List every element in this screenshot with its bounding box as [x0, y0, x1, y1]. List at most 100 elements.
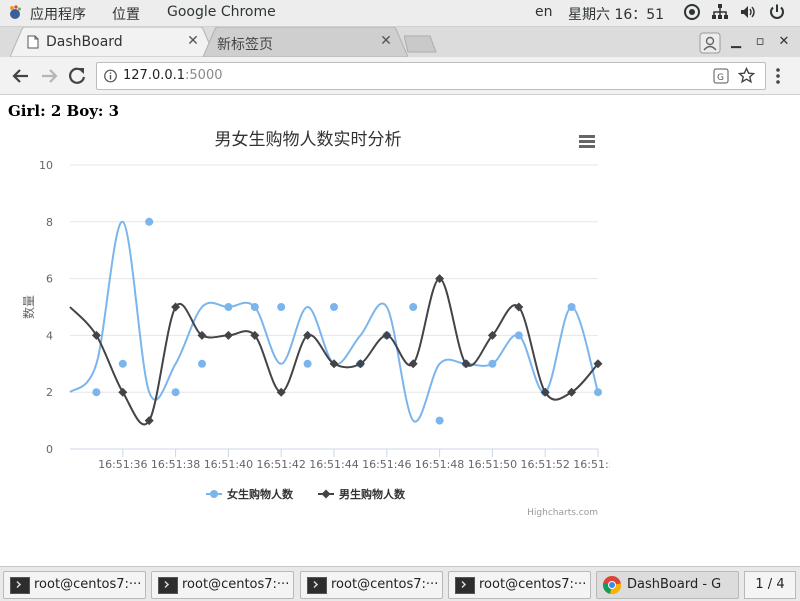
legend-label: 女生购物人数 [227, 487, 294, 501]
browser-toolbar: 127.0.0.1:5000 G [0, 57, 800, 95]
profile-icon[interactable] [699, 32, 721, 54]
url-port: :5000 [185, 68, 223, 83]
x-tick-label: 16:51:52 [520, 458, 569, 471]
series-line-boy [69, 277, 599, 426]
x-tick-label: 16:51:36 [98, 458, 147, 471]
tab-new-tab[interactable]: 新标签页 ✕ [203, 27, 408, 57]
data-point-girl [409, 303, 418, 311]
data-point-boy [461, 359, 471, 369]
page-icon [27, 35, 39, 49]
x-tick-label: 16:51:48 [415, 458, 464, 471]
line-chart: 男女生购物人数实时分析 0 2 4 6 8 10 数量 16:51:36 16:51:38 16:5… [21, 130, 623, 518]
data-point-girl [250, 303, 259, 311]
y-tick-label: 10 [39, 159, 53, 172]
back-arrow-icon[interactable] [10, 65, 32, 87]
data-point-girl [330, 303, 338, 311]
url-host: 127.0.0.1 [123, 68, 186, 83]
legend-item-boy[interactable]: 男生购物人数 [318, 487, 406, 501]
taskbar-item-label: root@centos7:··· [331, 577, 439, 592]
info-icon[interactable] [104, 69, 117, 83]
y-tick-label: 8 [46, 216, 53, 229]
tab-close-icon[interactable]: ✕ [186, 34, 200, 48]
taskbar-item-label: DashBoard - G [627, 577, 722, 592]
clock[interactable]: 星期六 16：51 [568, 4, 664, 24]
x-tick-label: 16:51:40 [204, 458, 253, 471]
terminal-icon [10, 577, 30, 594]
volume-icon[interactable] [739, 3, 757, 21]
highcharts-credits[interactable]: Highcharts.com [527, 508, 598, 518]
data-point-girl [224, 303, 233, 311]
taskbar-item-terminal-2[interactable]: root@centos7:··· [151, 571, 294, 599]
tab-title: 新标签页 [217, 37, 273, 53]
menu-line [579, 145, 595, 148]
chrome-menu-icon[interactable] [772, 67, 784, 85]
chart-container: 男女生购物人数实时分析 0 2 4 6 8 10 数量 16:51:36 16:51:38 16:5… [0, 120, 623, 530]
forward-arrow-icon[interactable] [38, 65, 60, 87]
chart-menu-icon[interactable] [579, 135, 595, 148]
places-menu[interactable]: 位置 [112, 4, 140, 24]
address-bar[interactable]: 127.0.0.1:5000 G [96, 62, 766, 90]
x-tick-label: 16:51:54 [573, 458, 610, 471]
translate-icon[interactable]: G [713, 68, 729, 84]
data-point-girl [567, 303, 576, 311]
chrome-logo-icon [602, 576, 622, 595]
taskbar-item-terminal-1[interactable]: root@centos7:··· [3, 571, 146, 599]
reload-icon[interactable] [66, 65, 88, 87]
legend-label: 男生购物人数 [339, 487, 406, 501]
legend-item-girl[interactable]: 女生购物人数 [206, 487, 294, 501]
data-point-girl [488, 359, 497, 368]
minimize-button[interactable]: ▁ [726, 32, 746, 52]
accessibility-icon[interactable] [683, 3, 701, 21]
y-tick-label: 0 [46, 443, 53, 456]
terminal-icon [158, 577, 178, 594]
x-tick-label: 16:51:50 [468, 458, 517, 471]
browser-tab-strip: DashBoard ✕ 新标签页 ✕ ▁ ▫ ✕ [0, 27, 800, 57]
data-point-boy [118, 387, 128, 397]
tab-dashboard[interactable]: DashBoard ✕ [10, 27, 215, 57]
taskbar-item-terminal-4[interactable]: root@centos7:··· [448, 571, 591, 599]
chart-title: 男女生购物人数实时分析 [215, 130, 402, 150]
gnome-foot-icon [10, 5, 21, 19]
series-line-girl [69, 220, 599, 423]
input-language-indicator[interactable]: en [535, 4, 553, 20]
x-tick-label: 16:51:42 [256, 458, 305, 471]
y-tick-label: 2 [46, 386, 53, 399]
data-point-boy [382, 330, 392, 340]
y-tick-label: 4 [46, 329, 53, 342]
x-tick-label: 16:51:46 [362, 458, 411, 471]
taskbar-item-label: root@centos7:··· [479, 577, 587, 592]
x-tick-label: 16:51:44 [309, 458, 358, 471]
network-icon[interactable] [711, 3, 729, 21]
taskbar-item-label: root@centos7:··· [34, 577, 142, 592]
legend-marker [210, 490, 218, 498]
system-top-bar: 应用程序 位置 Google Chrome en 星期六 16：51 [0, 0, 800, 27]
web-page: Girl: 2 Boy: 3 男女生购物人数实时分析 0 2 4 6 8 10 数量 16:51… [0, 95, 800, 566]
workspace-pager[interactable]: 1 / 4 [744, 571, 796, 599]
terminal-icon [455, 577, 475, 594]
url-text[interactable]: 127.0.0.1:5000 [123, 68, 223, 83]
taskbar-item-chrome[interactable]: DashBoard - G [596, 571, 739, 599]
taskbar-item-terminal-3[interactable]: root@centos7:··· [300, 571, 443, 599]
menu-line [579, 140, 595, 143]
power-icon[interactable] [768, 3, 786, 21]
close-window-button[interactable]: ✕ [774, 32, 794, 52]
y-axis-label: 数量 [21, 295, 36, 319]
data-point-girl [435, 416, 444, 425]
menu-line [579, 135, 595, 138]
active-app-menu[interactable]: Google Chrome [167, 4, 276, 20]
svg-text:G: G [717, 73, 724, 83]
gender-count-heading: Girl: 2 Boy: 3 [8, 102, 120, 120]
tab-title: DashBoard [46, 34, 123, 50]
maximize-button[interactable]: ▫ [750, 32, 770, 52]
tab-close-icon[interactable]: ✕ [379, 34, 393, 48]
new-tab-button[interactable] [404, 35, 438, 53]
x-tick-label: 16:51:38 [151, 458, 200, 471]
legend-marker [321, 489, 331, 499]
data-point-boy [408, 359, 418, 369]
data-point-girl [145, 217, 154, 226]
data-point-girl [171, 388, 180, 397]
data-point-girl [92, 388, 101, 397]
applications-menu[interactable]: 应用程序 [30, 4, 86, 24]
bookmark-star-icon[interactable] [738, 67, 755, 84]
data-point-girl [118, 359, 127, 368]
